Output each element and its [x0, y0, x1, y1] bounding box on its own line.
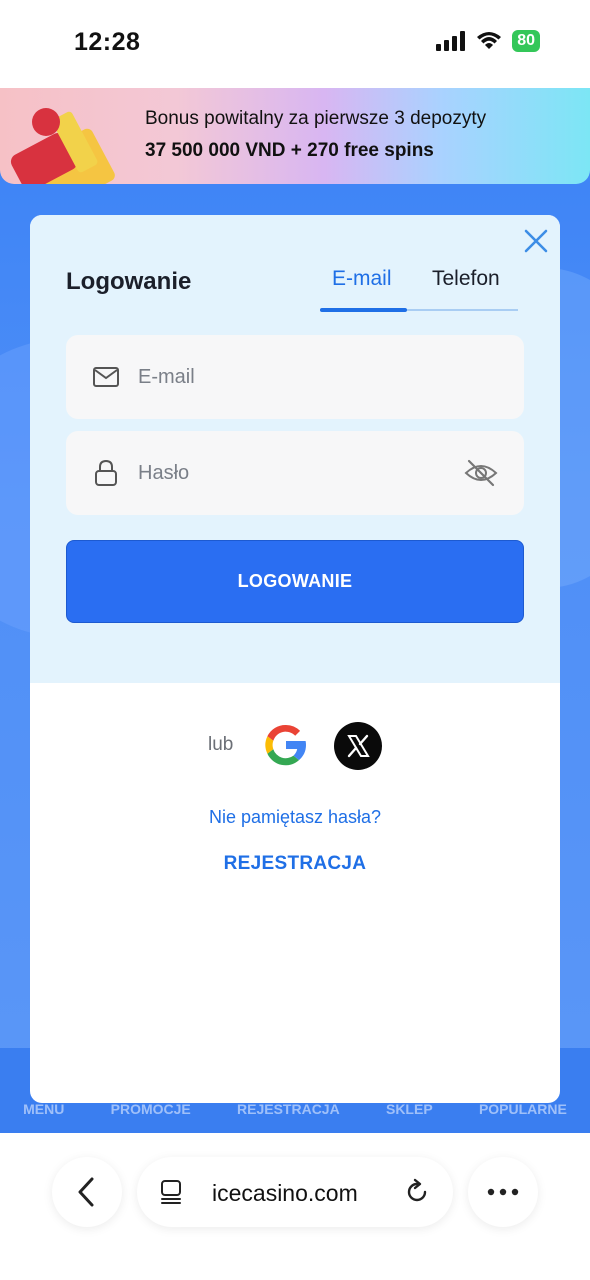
- tab-active-indicator: [320, 308, 407, 312]
- mail-icon: [93, 367, 119, 387]
- status-time: 12:28: [74, 28, 141, 56]
- login-button[interactable]: LOGOWANIE: [66, 540, 524, 623]
- address-bar[interactable]: icecasino.com: [137, 1157, 453, 1227]
- or-label: lub: [208, 734, 234, 755]
- lock-icon: [95, 459, 117, 486]
- login-form-panel: Logowanie E-mail Telefon E-mail LOGOWANI…: [30, 215, 560, 683]
- reload-icon[interactable]: [403, 1178, 431, 1206]
- gift-icon: [10, 108, 115, 184]
- promo-headline: Bonus powitalny za pierwsze 3 depozyty: [145, 108, 487, 129]
- close-icon[interactable]: [522, 227, 550, 255]
- social-login-row: lub: [30, 719, 560, 771]
- nav-item-registration[interactable]: REJESTRACJA: [237, 1101, 340, 1117]
- status-icons: 80: [436, 30, 540, 52]
- eye-off-icon[interactable]: [464, 457, 498, 489]
- nav-item-menu[interactable]: MENU: [23, 1101, 64, 1117]
- browser-toolbar: icecasino.com: [0, 1133, 590, 1280]
- nav-item-promotions[interactable]: PROMOCJE: [111, 1101, 191, 1117]
- nav-item-popular[interactable]: POPULARNE: [479, 1101, 567, 1117]
- google-icon[interactable]: [262, 721, 310, 769]
- password-field[interactable]: [66, 431, 524, 515]
- register-link[interactable]: REJESTRACJA: [30, 853, 560, 875]
- battery-indicator: 80: [512, 30, 540, 52]
- bottom-nav-items: MENU PROMOCJE REJESTRACJA SKLEP POPULARN…: [0, 1101, 590, 1117]
- x-logo: [347, 734, 370, 758]
- login-method-tabs: E-mail Telefon: [320, 267, 518, 313]
- back-icon: [78, 1177, 94, 1207]
- tab-email[interactable]: E-mail: [332, 267, 392, 291]
- more-button[interactable]: [468, 1157, 538, 1227]
- modal-title: Logowanie: [66, 268, 192, 295]
- promo-amount: 37 500 000 VND + 270 free spins: [145, 140, 434, 161]
- wifi-icon: [477, 32, 502, 49]
- signal-icon: [436, 31, 466, 51]
- promo-banner[interactable]: Bonus powitalny za pierwsze 3 depozyty 3…: [0, 88, 590, 184]
- password-input[interactable]: [138, 431, 438, 515]
- url-text: icecasino.com: [212, 1180, 358, 1206]
- tabs-icon: [161, 1180, 181, 1204]
- forgot-password-link[interactable]: Nie pamiętasz hasła?: [30, 807, 560, 828]
- tab-phone[interactable]: Telefon: [432, 267, 500, 291]
- email-input[interactable]: [138, 335, 438, 419]
- x-icon[interactable]: [334, 722, 382, 770]
- email-field[interactable]: [66, 335, 524, 419]
- more-icon: [487, 1188, 519, 1196]
- back-button[interactable]: [52, 1157, 122, 1227]
- nav-item-shop[interactable]: SKLEP: [386, 1101, 433, 1117]
- login-modal: Logowanie E-mail Telefon E-mail LOGOWANI…: [30, 215, 560, 1103]
- status-bar: 12:28 80: [0, 0, 590, 88]
- promo-text: Bonus powitalny za pierwsze 3 depozyty 3…: [145, 108, 486, 162]
